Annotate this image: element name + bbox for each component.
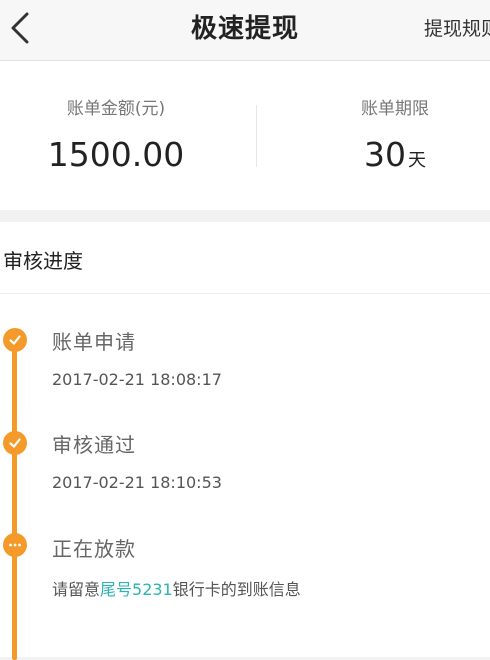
card-tail-number: 尾号5231 <box>100 580 173 599</box>
step-note-prefix: 请留意 <box>52 580 101 599</box>
top-nav-bar: 极速提现 提现规则 <box>0 0 490 61</box>
timeline-line <box>12 340 17 660</box>
ellipsis-icon <box>3 533 27 557</box>
step-title: 账单申请 <box>52 330 136 354</box>
bill-summary-card: 账单金额(元) 1500.00 账单期限 30 天 <box>0 61 490 210</box>
bill-term-number: 30 <box>364 135 406 174</box>
check-icon <box>3 328 27 352</box>
step-note-suffix: 银行卡的到账信息 <box>172 580 301 599</box>
bill-term-label: 账单期限 <box>361 99 429 119</box>
step-note: 请留意尾号5231银行卡的到账信息 <box>52 576 301 600</box>
bill-term-unit: 天 <box>408 150 426 171</box>
review-progress-card: 审核进度 账单申请 2017-02-21 18:08:17 审核通过 2017-… <box>0 222 490 660</box>
check-icon <box>3 431 27 455</box>
summary-divider <box>256 105 257 167</box>
bill-term: 账单期限 30 天 <box>280 61 490 210</box>
step-title: 审核通过 <box>52 433 136 457</box>
withdraw-rules-link[interactable]: 提现规则 <box>424 14 490 41</box>
section-divider <box>0 293 490 294</box>
step-time: 2017-02-21 18:08:17 <box>52 370 222 389</box>
section-title: 审核进度 <box>3 249 83 273</box>
bill-term-value: 30 天 <box>280 135 490 174</box>
bill-amount-value: 1500.00 <box>47 135 185 174</box>
page-title: 极速提现 <box>190 14 299 44</box>
bill-amount-label: 账单金额(元) <box>66 99 166 119</box>
step-time: 2017-02-21 18:10:53 <box>52 473 222 492</box>
step-title: 正在放款 <box>52 537 136 561</box>
bill-amount: 账单金额(元) 1500.00 <box>0 61 232 210</box>
